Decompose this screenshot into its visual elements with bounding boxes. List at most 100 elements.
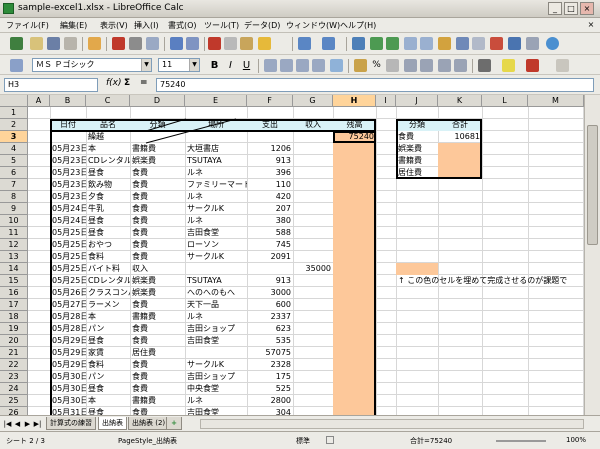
undo-icon[interactable] [298, 37, 311, 50]
row-header-25[interactable]: 25 [0, 395, 28, 407]
navigator-icon[interactable] [472, 37, 485, 50]
email-icon[interactable] [64, 37, 77, 50]
background-color-icon[interactable] [502, 59, 515, 72]
row-header-20[interactable]: 20 [0, 335, 28, 347]
row-header-22[interactable]: 22 [0, 359, 28, 371]
column-header-c[interactable]: C [86, 95, 130, 107]
sheet-tab-ledger-2[interactable]: 出納表 (2) [128, 417, 170, 430]
last-sheet-icon[interactable]: ▶| [33, 419, 42, 429]
sort-ascending-icon[interactable] [370, 37, 383, 50]
row-header-11[interactable]: 11 [0, 227, 28, 239]
row-header-5[interactable]: 5 [0, 155, 28, 167]
merge-cells-icon[interactable] [330, 59, 343, 72]
row-header-21[interactable]: 21 [0, 347, 28, 359]
hyperlink-icon[interactable] [352, 37, 365, 50]
first-sheet-icon[interactable]: |◀ [3, 419, 12, 429]
copy-icon[interactable] [224, 37, 237, 50]
column-header-k[interactable]: K [438, 95, 482, 107]
justify-icon[interactable] [312, 59, 325, 72]
close-document-icon[interactable]: × [586, 20, 596, 30]
currency-format-icon[interactable] [354, 59, 367, 72]
align-center-icon[interactable] [280, 59, 293, 72]
minimize-button[interactable]: _ [548, 2, 562, 15]
data-sources-icon[interactable] [508, 37, 521, 50]
help-icon[interactable] [546, 37, 559, 50]
align-right-icon[interactable] [296, 59, 309, 72]
row-header-12[interactable]: 12 [0, 239, 28, 251]
font-color-icon[interactable] [526, 59, 539, 72]
add-decimal-icon[interactable] [404, 59, 417, 72]
row-header-13[interactable]: 13 [0, 251, 28, 263]
standard-format-icon[interactable] [386, 59, 399, 72]
column-header-g[interactable]: G [293, 95, 333, 107]
row-header-14[interactable]: 14 [0, 263, 28, 275]
row-header-15[interactable]: 15 [0, 275, 28, 287]
show-draw-functions-icon[interactable] [438, 37, 451, 50]
column-header-d[interactable]: D [130, 95, 185, 107]
menu-data[interactable]: データ(D) [244, 20, 280, 31]
menu-file[interactable]: ファイル(F) [6, 20, 49, 31]
paste-icon[interactable] [240, 37, 253, 50]
close-button[interactable]: × [580, 2, 594, 15]
spreadsheet-grid[interactable]: A B C D E F G H I J K L M 1 2 3 4 5 6 7 8 9 10 11 12 13 14 15 16 17 18… [0, 95, 584, 415]
row-header-6[interactable]: 6 [0, 167, 28, 179]
menu-help[interactable]: ヘルプ(H) [340, 20, 376, 31]
row-header-10[interactable]: 10 [0, 215, 28, 227]
select-all-corner[interactable] [0, 95, 28, 107]
row-header-26[interactable]: 26 [0, 407, 28, 415]
chevron-down-icon[interactable]: ▼ [189, 59, 199, 71]
edit-file-icon[interactable] [88, 37, 101, 50]
cut-icon[interactable] [208, 37, 221, 50]
row-header-9[interactable]: 9 [0, 203, 28, 215]
selected-cell-outline[interactable] [333, 131, 376, 143]
underline-icon[interactable]: U [240, 59, 253, 72]
zoom-icon[interactable] [526, 37, 539, 50]
column-header-m[interactable]: M [528, 95, 584, 107]
column-header-e[interactable]: E [185, 95, 247, 107]
next-sheet-icon[interactable]: ▶ [23, 419, 32, 429]
sort-descending-icon[interactable] [386, 37, 399, 50]
toggle-grid-icon[interactable] [556, 59, 569, 72]
add-sheet-icon[interactable]: + [166, 417, 182, 430]
sheet-tab-formula-practice[interactable]: 計算式の練習 [46, 417, 96, 430]
export-pdf-icon[interactable] [112, 37, 125, 50]
column-header-f[interactable]: F [247, 95, 293, 107]
print-icon[interactable] [129, 37, 142, 50]
previous-sheet-icon[interactable]: ◀ [13, 419, 22, 429]
menu-view[interactable]: 表示(V) [100, 20, 128, 31]
new-document-icon[interactable] [10, 37, 23, 50]
autospellcheck-icon[interactable] [186, 37, 199, 50]
name-box[interactable]: H3 [4, 78, 98, 92]
spellcheck-icon[interactable] [170, 37, 183, 50]
chevron-down-icon[interactable]: ▼ [141, 59, 151, 71]
percent-format-icon[interactable]: % [370, 59, 383, 72]
row-header-18[interactable]: 18 [0, 311, 28, 323]
column-header-l[interactable]: L [482, 95, 528, 107]
redo-icon[interactable] [322, 37, 335, 50]
font-name-box[interactable]: ＭＳ Ｐゴシック ▼ [32, 58, 152, 72]
horizontal-scrollbar[interactable] [200, 419, 584, 429]
print-preview-icon[interactable] [146, 37, 159, 50]
menu-insert[interactable]: 挿入(I) [134, 20, 159, 31]
increase-indent-icon[interactable] [454, 59, 467, 72]
zoom-slider[interactable] [496, 440, 546, 442]
sum-icon[interactable]: Σ [124, 78, 130, 88]
row-header-7[interactable]: 7 [0, 179, 28, 191]
row-header-24[interactable]: 24 [0, 383, 28, 395]
vertical-scroll-thumb[interactable] [587, 125, 598, 245]
row-header-17[interactable]: 17 [0, 299, 28, 311]
menu-edit[interactable]: 編集(E) [60, 20, 87, 31]
bold-icon[interactable]: B [208, 59, 221, 72]
column-header-b[interactable]: B [50, 95, 86, 107]
insert-chart-icon[interactable] [404, 37, 417, 50]
row-header-2[interactable]: 2 [0, 119, 28, 131]
row-header-1[interactable]: 1 [0, 107, 28, 119]
menu-tools[interactable]: ツール(T) [204, 20, 239, 31]
function-wizard-icon[interactable]: f(x) [106, 78, 122, 88]
align-left-icon[interactable] [264, 59, 277, 72]
sheet-tab-ledger[interactable]: 出納表 [98, 417, 127, 430]
function-icon[interactable]: = [140, 78, 148, 88]
maximize-button[interactable]: □ [564, 2, 578, 15]
pivot-table-icon[interactable] [420, 37, 433, 50]
save-icon[interactable] [47, 37, 60, 50]
